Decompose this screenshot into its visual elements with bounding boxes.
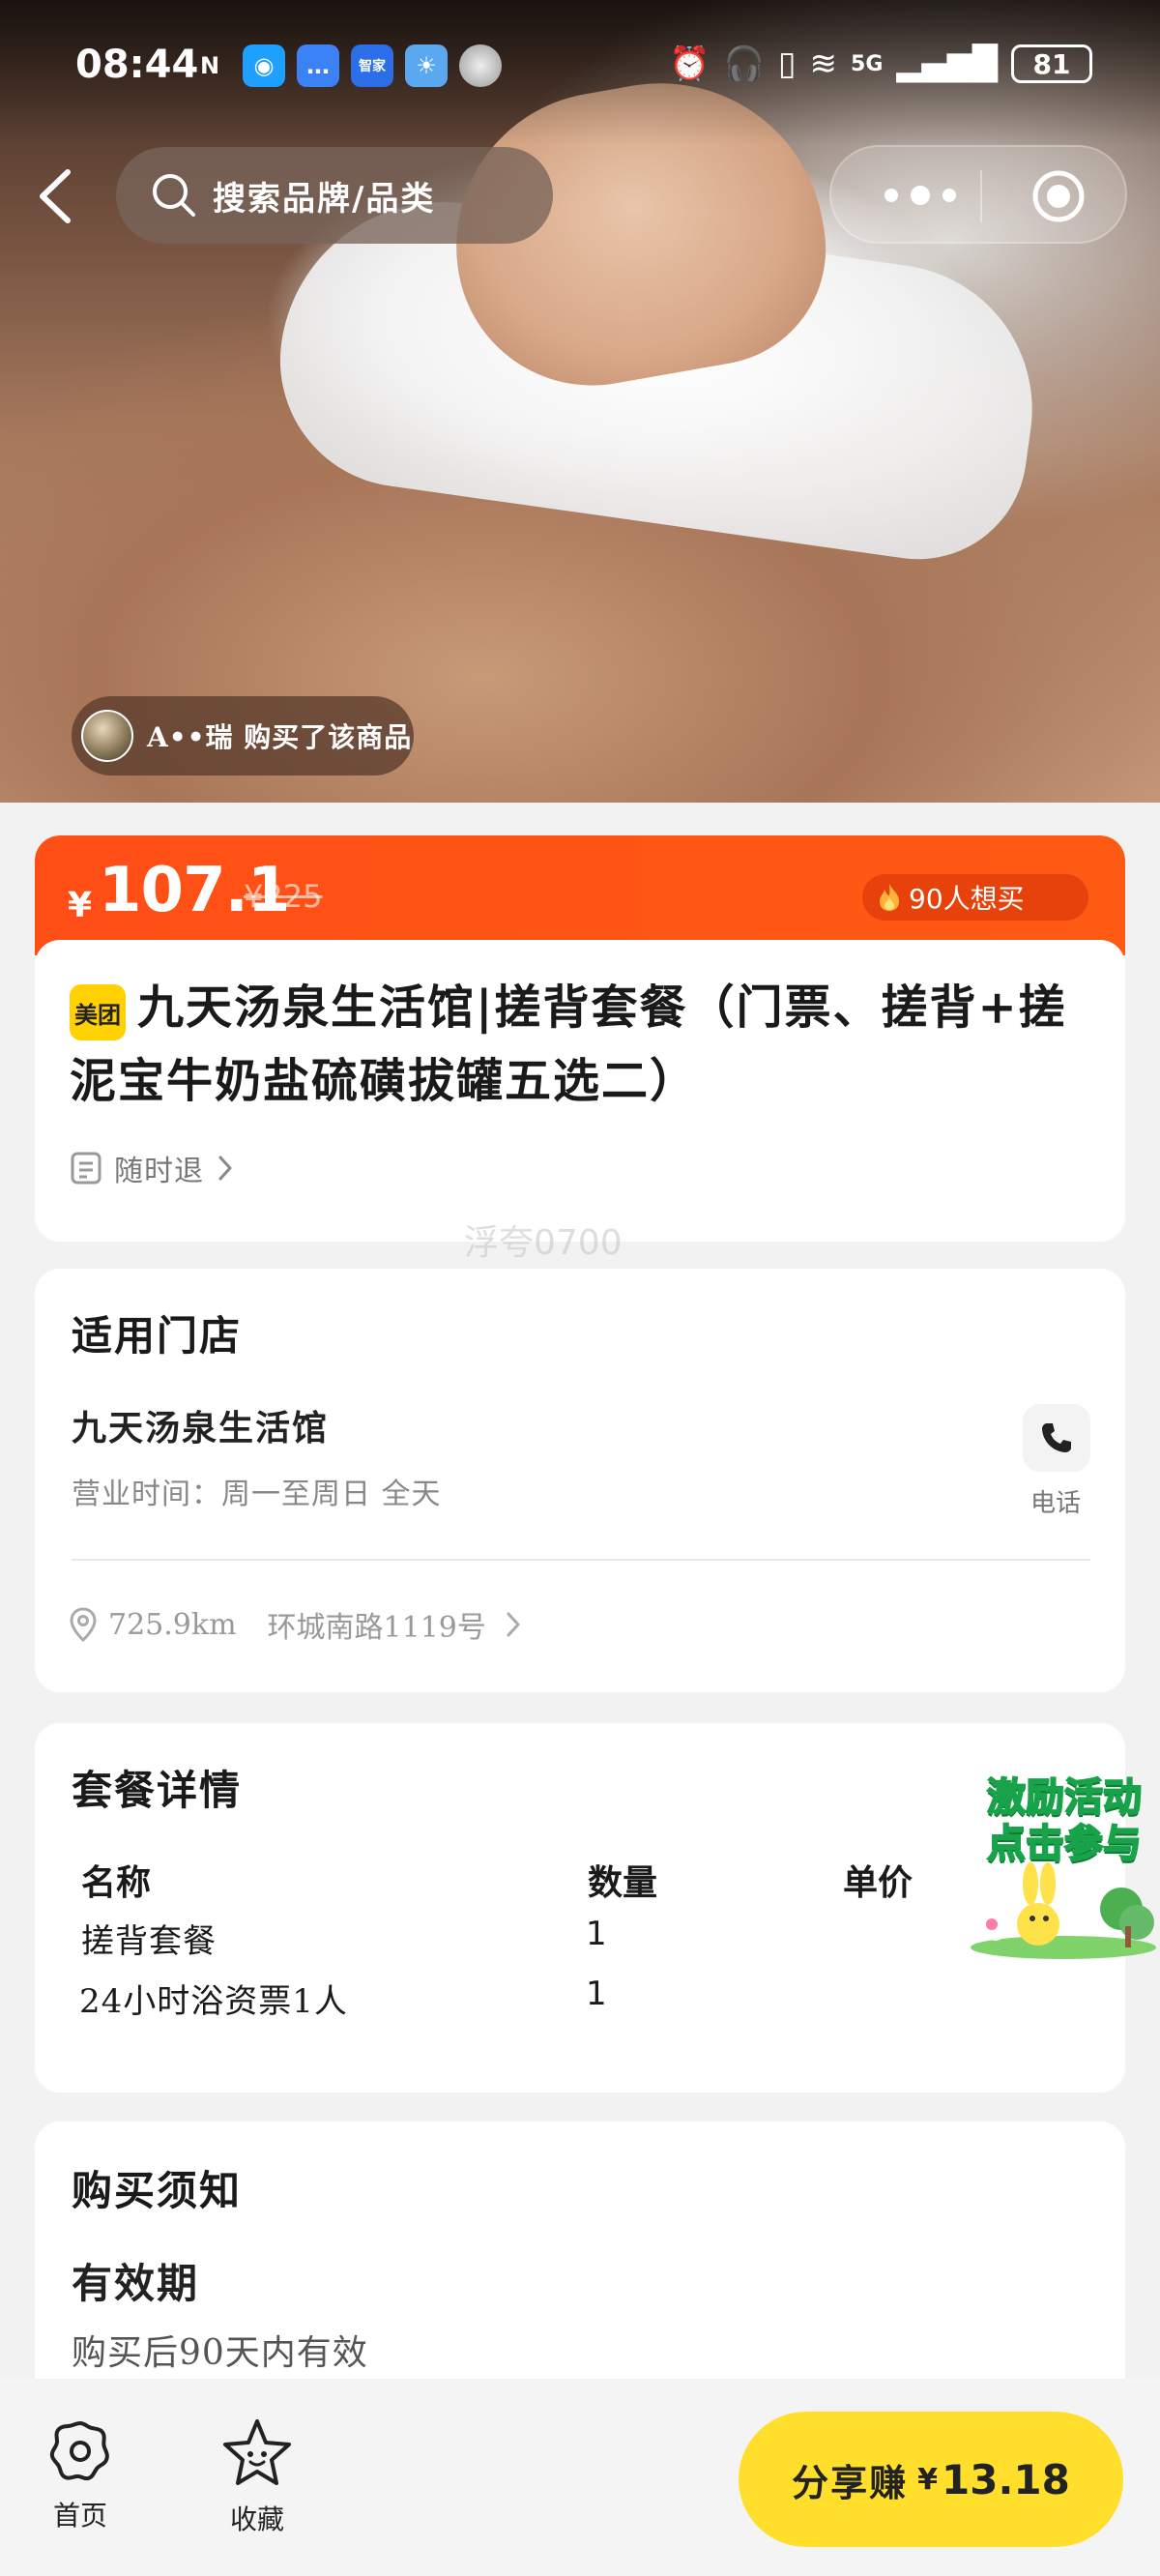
validity-title: 有效期 (72, 2260, 200, 2307)
status-notification-icons: N ◉ … 智家 ☀ (188, 44, 502, 87)
tab-home-label: 首页 (52, 2500, 107, 2532)
tab-home[interactable]: 首页 (32, 2417, 129, 2533)
package-section-title: 套餐详情 (72, 1767, 243, 1814)
orb-icon (459, 44, 502, 87)
price-bar: ¥ 107.1 ¥225 90人想买 (35, 835, 1125, 955)
battery-indicator: 81 (1011, 44, 1092, 83)
capsule-separator (980, 170, 982, 222)
weather-icon: ☀ (405, 44, 448, 87)
signal-icon: ▂▄▆█ (896, 44, 998, 83)
chevron-right-icon (218, 1156, 232, 1181)
original-price: ¥225 (244, 878, 323, 915)
bottom-action-bar: 首页 收藏 分享赚 ¥ 13.18 (0, 2379, 1160, 2576)
table-row-quantity: 1 (586, 1915, 608, 1953)
document-icon (71, 1152, 102, 1185)
more-icon[interactable] (874, 178, 967, 213)
vibrate-icon: ▯ (777, 44, 797, 83)
refund-label: 随时退 (114, 1155, 204, 1188)
table-row-quantity: 1 (586, 1975, 608, 2013)
home-icon (49, 2420, 109, 2481)
store-name[interactable]: 九天汤泉生活馆 (72, 1400, 329, 1450)
status-bar: 08:44 N ◉ … 智家 ☀ ⏰ 🎧 ▯ ≋ 5G ▂▄▆█ 81 (0, 0, 1160, 145)
store-address-row[interactable]: 725.9km 环城南路1119号 (68, 1603, 523, 1646)
refund-policy[interactable]: 随时退 (70, 1147, 235, 1189)
close-miniprogram-icon[interactable] (1030, 168, 1087, 224)
product-title: 九天汤泉生活馆|搓背套餐（门票、搓背+搓泥宝牛奶盐硫磺拔罐五选二） (70, 981, 1067, 1108)
wifi-icon: ≋ (809, 44, 838, 83)
store-hours: 营业时间：周一至周日 全天 (72, 1478, 442, 1511)
mini-program-capsule (829, 145, 1127, 244)
mobile-app-icon: ◉ (243, 44, 285, 87)
share-currency: ¥ (917, 2462, 939, 2497)
star-icon (223, 2419, 291, 2485)
avatar (81, 710, 133, 762)
product-info: 美团 九天汤泉生活馆|搓背套餐（门票、搓背+搓泥宝牛奶盐硫磺拔罐五选二） 随时退 (35, 940, 1125, 1226)
promo-activity-button[interactable]: 激励活动 点击参与 (967, 1766, 1160, 1959)
network-type: 5G (851, 51, 884, 76)
tab-favorite-label: 收藏 (229, 2503, 284, 2535)
message-icon: … (297, 44, 339, 87)
search-bar[interactable]: 搜索品牌/品类 (116, 147, 553, 244)
validity-text: 购买后90天内有效 (72, 2333, 368, 2373)
call-label[interactable]: 电话 (1030, 1483, 1081, 1519)
nfc-icon: N (199, 52, 220, 79)
phone-icon (1042, 1423, 1071, 1452)
smart-home-icon: 智家 (351, 44, 393, 87)
price-currency: ¥ (68, 886, 93, 925)
store-distance: 725.9km (108, 1607, 237, 1642)
column-header-price: 单价 (843, 1862, 914, 1903)
status-time: 08:44 (75, 43, 199, 87)
share-amount: 13.18 (942, 2455, 1070, 2503)
recent-buyer-text: A••瑞 购买了该商品 (147, 721, 413, 753)
headphone-icon: 🎧 (723, 44, 765, 83)
share-label: 分享赚 (792, 2460, 909, 2504)
alarm-icon: ⏰ (669, 44, 710, 83)
back-button[interactable] (27, 164, 85, 228)
recent-buyer-notice: A••瑞 购买了该商品 (72, 696, 414, 776)
chevron-left-icon (40, 169, 71, 223)
table-row-name: 24小时浴资票1人 (79, 1982, 348, 2021)
rabbit-mascot-icon (971, 1862, 1156, 1959)
search-placeholder: 搜索品牌/品类 (213, 179, 436, 219)
column-header-name: 名称 (81, 1862, 152, 1903)
product-summary-card: ¥ 107.1 ¥225 90人想买 美团 九天汤泉生活馆|搓背套餐（门票、搓背… (35, 835, 1125, 1242)
location-pin-icon (70, 1607, 97, 1643)
watermark-text: 浮夸0700 (464, 1223, 623, 1263)
search-icon (153, 174, 195, 217)
chevron-right-icon (507, 1612, 520, 1637)
column-header-quantity: 数量 (588, 1862, 658, 1903)
want-count-badge: 90人想买 (862, 874, 1088, 921)
fire-icon (880, 884, 899, 911)
notice-section-title: 购买须知 (72, 2167, 243, 2214)
want-count-text: 90人想买 (909, 883, 1025, 915)
store-card: 适用门店 九天汤泉生活馆 营业时间：周一至周日 全天 电话 725.9km 环城… (35, 1269, 1125, 1692)
tab-favorite[interactable]: 收藏 (209, 2417, 305, 2537)
divider (72, 1559, 1090, 1561)
call-button[interactable] (1023, 1404, 1090, 1472)
package-detail-card: 套餐详情 名称 数量 单价 搓背套餐 1 24小时浴资票1人 1 (35, 1723, 1125, 2093)
store-section-title: 适用门店 (72, 1312, 243, 1360)
status-system-icons: ⏰ 🎧 ▯ ≋ 5G ▂▄▆█ 81 (669, 44, 1092, 83)
share-earn-button[interactable]: 分享赚 ¥ 13.18 (739, 2412, 1123, 2547)
table-row-name: 搓背套餐 (81, 1922, 217, 1961)
store-address: 环城南路1119号 (267, 1611, 486, 1645)
